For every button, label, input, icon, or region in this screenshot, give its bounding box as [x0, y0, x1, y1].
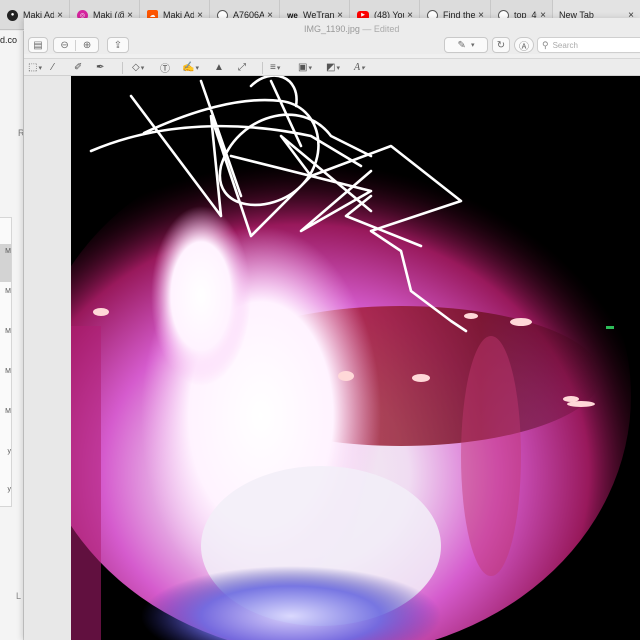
draw-tool[interactable]: ✒ — [96, 60, 104, 75]
fill-color-tool[interactable]: ◩ ▾ — [326, 60, 340, 75]
list-item[interactable]: M — [0, 248, 11, 255]
draw-icon: ✒ — [96, 62, 105, 73]
adjust-color-icon: ▲ — [214, 62, 224, 73]
screen: ● Maki Ad × ◎ Maki (@ × ☁ Maki Ad × A760… — [0, 0, 640, 640]
rect-select-icon: ⬚ — [28, 62, 38, 73]
sign-tool[interactable]: ✍ ▾ — [182, 60, 199, 75]
chevron-down-icon: ▾ — [276, 64, 281, 72]
selection-tool[interactable]: ⬚ ▾ — [28, 60, 42, 75]
background-window: d.co R M M M M M y y L — [0, 31, 24, 640]
border-color-tool[interactable]: ▣ ▾ — [298, 60, 312, 75]
edited-label: — Edited — [362, 24, 400, 34]
text-style-tool[interactable]: A ▾ — [354, 60, 365, 75]
share-icon: ⇪ — [113, 39, 123, 51]
file-name: IMG_1190.jpg — [304, 24, 360, 34]
photo[interactable] — [71, 76, 640, 640]
chevron-down-icon: ▾ — [361, 63, 365, 72]
preview-window: IMG_1190.jpg — Edited ▤ ⊖ ⊕ ⇪ ✎ ▾ ↻ Ⓐ ⚲ … — [24, 18, 640, 640]
markup-toolbar: ⬚ ▾ ⁄ ✐ ✒ ◇ ▾ Ⓣ ✍ ▾ ▲ ⤢ ≡ ▾ ▣ ▾ ◩ ▾ A ▾ — [24, 58, 640, 76]
list-item[interactable]: y — [0, 486, 12, 493]
search-placeholder: Search — [552, 40, 578, 50]
rotate-icon: ↻ — [496, 39, 506, 51]
share-button[interactable]: ⇪ — [107, 37, 129, 53]
text-style-icon: A — [354, 62, 361, 73]
list-item[interactable]: M — [0, 288, 11, 295]
adjust-color-tool[interactable]: ▲ — [214, 60, 224, 75]
document-title: IMG_1190.jpg — Edited — [304, 24, 399, 34]
pen-icon: ✎ — [457, 39, 466, 51]
divider — [122, 62, 123, 74]
border-color-icon: ▣ — [298, 62, 308, 73]
list-panel: M M M M M y y — [0, 217, 12, 507]
text-box-icon: Ⓣ — [160, 64, 170, 75]
url-fragment: d.co — [0, 35, 18, 45]
text-tool[interactable]: Ⓣ — [160, 60, 170, 75]
sidebar-icon: ▤ — [33, 39, 43, 51]
shapes-icon: ◇ — [132, 62, 140, 73]
search-field[interactable]: ⚲ Search — [537, 37, 640, 53]
divider — [262, 62, 263, 74]
chevron-down-icon: ▾ — [336, 64, 340, 72]
sidebar-toggle-button[interactable]: ▤ — [28, 37, 48, 53]
highlight-button[interactable]: ✎ ▾ — [444, 37, 488, 53]
chevron-down-icon: ▾ — [140, 64, 145, 72]
bottom-fragment: L — [16, 591, 22, 601]
chevron-down-icon: ▾ — [38, 64, 42, 72]
wand-icon: ⁄ — [52, 62, 54, 73]
fill-color-icon: ◩ — [326, 62, 336, 73]
chevron-down-icon: ▾ — [470, 42, 475, 49]
shapes-tool[interactable]: ◇ ▾ — [132, 60, 144, 75]
chevron-down-icon: ▾ — [308, 64, 312, 72]
list-item[interactable]: M — [0, 408, 11, 415]
app-circle-icon: ● — [7, 9, 18, 21]
sketch-tool[interactable]: ✐ — [74, 60, 82, 75]
markup-icon: Ⓐ — [519, 41, 529, 53]
signature-icon: ✍ — [182, 62, 195, 73]
adjust-size-icon: ⤢ — [238, 62, 246, 73]
list-item[interactable]: M — [0, 328, 11, 335]
zoom-out-icon[interactable]: ⊖ — [54, 39, 77, 51]
rotate-button[interactable]: ↻ — [492, 37, 510, 53]
search-icon: ⚲ — [542, 39, 549, 50]
image-canvas — [24, 76, 640, 640]
markup-toggle-button[interactable]: Ⓐ — [514, 37, 534, 53]
chevron-down-icon: ▾ — [195, 64, 199, 72]
instant-alpha-tool[interactable]: ⁄ — [52, 60, 54, 75]
list-item[interactable]: y — [0, 448, 12, 455]
list-item[interactable]: M — [0, 368, 11, 375]
shape-style-tool[interactable]: ≡ ▾ — [270, 60, 280, 75]
preview-toolbar: IMG_1190.jpg — Edited ▤ ⊖ ⊕ ⇪ ✎ ▾ ↻ Ⓐ ⚲ … — [24, 18, 640, 54]
zoom-buttons: ⊖ ⊕ — [53, 37, 99, 53]
line-style-icon: ≡ — [270, 62, 276, 73]
zoom-in-icon[interactable]: ⊕ — [76, 40, 98, 51]
photo-artwork — [71, 76, 640, 640]
adjust-size-tool[interactable]: ⤢ — [238, 60, 246, 75]
sketch-icon: ✐ — [74, 62, 83, 73]
